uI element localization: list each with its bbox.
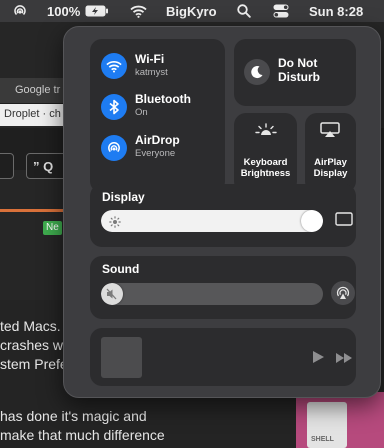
progress-strip (0, 209, 70, 212)
new-badge: Ne (43, 221, 62, 235)
sun-icon (109, 215, 121, 232)
speaker-muted-icon (106, 288, 117, 300)
connectivity-tile: Wi-Fi katmyst Bluetooth On AirDrop Every… (90, 39, 225, 193)
airdrop-status-icon[interactable] (12, 0, 28, 22)
airplay-display-tile[interactable]: AirPlay Display (305, 113, 356, 193)
do-not-disturb-label-line1: Do Not (278, 56, 318, 70)
browser-tab-title: Google tr (15, 84, 61, 96)
control-center-panel: Wi-Fi katmyst Bluetooth On AirDrop Every… (63, 26, 381, 398)
album-artwork-placeholder (101, 337, 142, 378)
doc-line: stem Prefe (0, 356, 68, 372)
keyboard-brightness-tile[interactable]: Keyboard Brightness (234, 113, 297, 193)
bluetooth-status: On (135, 107, 148, 118)
sound-label: Sound (102, 262, 140, 276)
wifi-network-name: katmyst (135, 67, 168, 78)
sound-volume-slider[interactable] (101, 283, 323, 305)
keyboard-brightness-icon (255, 123, 277, 142)
doc-line: crashes w (0, 337, 64, 353)
browser-address-bar[interactable]: Droplet · ch (0, 104, 72, 126)
menu-clock[interactable]: Sun 8:28 (309, 0, 363, 22)
airplay-label-line2: Display (313, 168, 348, 179)
display-tile: Display (90, 184, 356, 247)
now-playing-tile (90, 328, 356, 386)
wifi-status-icon[interactable] (130, 0, 147, 22)
battery-percent[interactable]: 100% (47, 0, 80, 22)
fast-forward-icon[interactable] (335, 351, 353, 369)
bluetooth-icon[interactable] (101, 94, 127, 120)
display-brightness-fill (101, 210, 323, 232)
keyboard-brightness-label-line1: Keyboard (243, 157, 288, 168)
wifi-title[interactable]: Wi-Fi (135, 52, 164, 66)
play-icon[interactable] (311, 350, 325, 369)
display-slider-knob[interactable] (301, 210, 323, 232)
display-settings-icon[interactable] (335, 212, 353, 231)
airdrop-title[interactable]: AirDrop (135, 133, 180, 147)
do-not-disturb-tile[interactable]: Do Not Disturb (234, 39, 356, 106)
airdrop-icon[interactable] (101, 135, 127, 161)
shelf-card[interactable]: SHELL (307, 402, 347, 448)
bluetooth-title[interactable]: Bluetooth (135, 92, 191, 106)
airplay-audio-icon[interactable] (331, 281, 355, 305)
wifi-icon[interactable] (101, 53, 127, 79)
do-not-disturb-label-line2: Disturb (278, 70, 320, 84)
doc-line: make that much difference (0, 427, 165, 443)
moon-icon (244, 59, 270, 85)
spotlight-search-icon[interactable] (237, 0, 251, 22)
toolbar-button-left[interactable] (0, 153, 14, 179)
control-center-icon[interactable] (273, 0, 289, 22)
sound-slider-knob[interactable] (101, 283, 123, 305)
airplay-label-line1: AirPlay (314, 157, 347, 168)
doc-line: has done it's magic and (0, 408, 147, 424)
toolbar-quote-button[interactable]: ” Q (26, 153, 68, 179)
sound-tile: Sound (90, 256, 356, 319)
airdrop-visibility: Everyone (135, 148, 176, 159)
menu-bar: 100% BigKyro Sun 8:28 (0, 0, 384, 22)
doc-line: ted Macs. (0, 318, 61, 334)
display-label: Display (102, 190, 145, 204)
display-brightness-slider[interactable] (101, 210, 323, 232)
battery-icon[interactable] (85, 0, 109, 22)
keyboard-brightness-label-line2: Brightness (240, 168, 291, 179)
airplay-icon (320, 122, 340, 143)
user-name[interactable]: BigKyro (166, 0, 217, 22)
